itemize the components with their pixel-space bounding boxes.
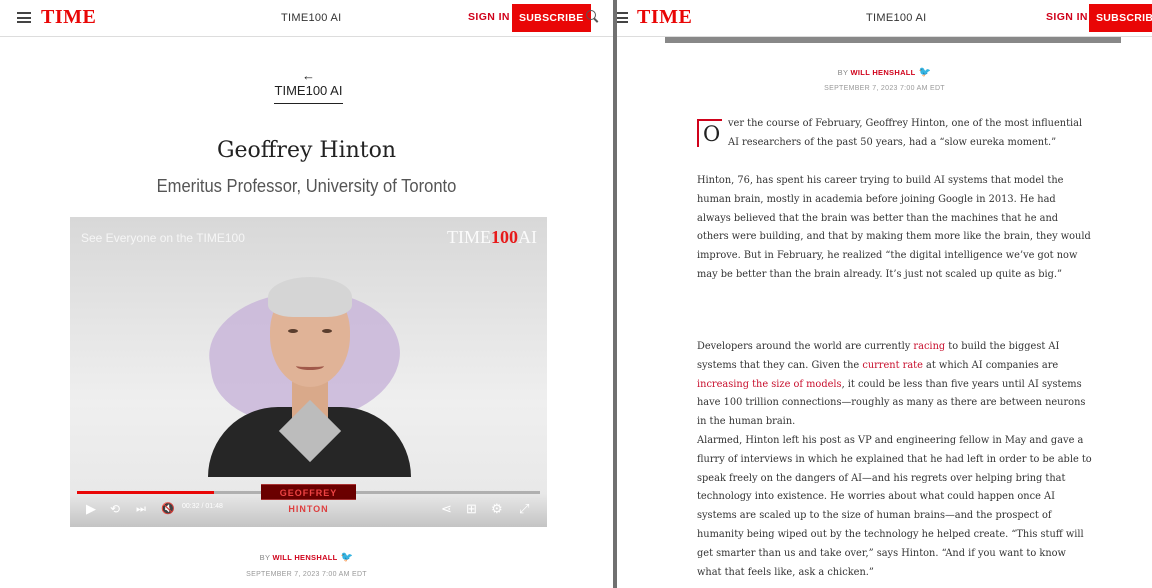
video-bottom-edge (665, 37, 1121, 43)
portrait-mouth (296, 362, 324, 370)
person-name: Geoffrey Hinton (216, 138, 397, 163)
drop-cap: O (697, 119, 722, 147)
left-pane: TIME TIME100 AI SIGN IN SUBSCRIBE ← TIME… (0, 0, 613, 588)
time-logo[interactable]: TIME (637, 6, 692, 29)
time100-ai-watermark: TIME100AI (447, 227, 537, 247)
video-player[interactable]: See Everyone on the TIME100 TIME100AI GE… (70, 217, 547, 527)
site-header: TIME TIME100 AI SIGN IN SUBSCRIBE (617, 0, 1152, 37)
racing-link[interactable]: racing (913, 341, 945, 352)
twitter-icon[interactable]: 🐦 (341, 552, 354, 563)
subscribe-button[interactable]: SUBSCRIBE (512, 4, 591, 32)
section-title[interactable]: TIME100 AI (281, 12, 341, 24)
subscribe-button[interactable]: SUBSCRIBE (1089, 4, 1152, 32)
article-paragraph: ver the course of February, Geoffrey Hin… (728, 118, 1083, 148)
menu-icon[interactable] (617, 12, 628, 23)
publish-date: SEPTEMBER 7, 2023 7:00 AM EDT (824, 85, 945, 92)
grid-icon[interactable]: ⊞ (466, 501, 477, 517)
right-pane: TIME TIME100 AI SIGN IN SUBSCRIBE BY WIL… (617, 0, 1152, 588)
menu-icon[interactable] (17, 12, 31, 23)
portrait-hair (268, 277, 352, 317)
twitter-icon[interactable]: 🐦 (919, 67, 932, 78)
video-overlay-title: See Everyone on the TIME100 (81, 231, 245, 245)
mute-icon[interactable]: 🔇 (161, 501, 175, 517)
sign-in-link[interactable]: SIGN IN (468, 11, 510, 23)
increasing-size-link[interactable]: increasing the size of models (697, 379, 842, 390)
replay-icon[interactable]: ⟲ (110, 501, 120, 517)
play-icon[interactable]: ▶ (86, 501, 96, 517)
settings-icon[interactable]: ⚙ (491, 501, 503, 517)
byline: BY WILL HENSHALL 🐦 (259, 552, 354, 563)
share-icon[interactable]: ⋖ (441, 501, 452, 517)
video-controls: ▶ ⟲ ⏭ 🔇 00:32 / 01:48 ⋖ ⊞ ⚙ ⤢ (70, 493, 547, 527)
publish-date: SEPTEMBER 7, 2023 7:00 AM EDT (246, 571, 367, 578)
section-title[interactable]: TIME100 AI (866, 12, 926, 24)
byline: BY WILL HENSHALL 🐦 (837, 67, 932, 78)
portrait-eye (322, 329, 332, 333)
current-rate-link[interactable]: current rate (862, 360, 923, 371)
article-paragraph: Hinton, 76, has spent his career trying … (697, 175, 1091, 280)
portrait-eye (288, 329, 298, 333)
article-paragraph: Developers around the world are currentl… (697, 341, 1086, 428)
person-title: Emeritus Professor, University of Toront… (156, 176, 457, 196)
sign-in-link[interactable]: SIGN IN (1046, 11, 1088, 23)
article-paragraph: Alarmed, Hinton left his post as VP and … (697, 435, 1092, 578)
author-link[interactable]: WILL HENSHALL (851, 68, 916, 77)
fullscreen-icon[interactable]: ⤢ (519, 501, 529, 517)
video-time: 00:32 / 01:48 (182, 503, 223, 510)
search-icon[interactable] (586, 10, 599, 23)
author-link[interactable]: WILL HENSHALL (273, 553, 338, 562)
time-logo[interactable]: TIME (41, 6, 96, 29)
back-to-time100-link[interactable]: ← TIME100 AI (274, 68, 343, 104)
skip-next-icon[interactable]: ⏭ (136, 501, 146, 517)
site-header: TIME TIME100 AI SIGN IN SUBSCRIBE (0, 0, 613, 37)
